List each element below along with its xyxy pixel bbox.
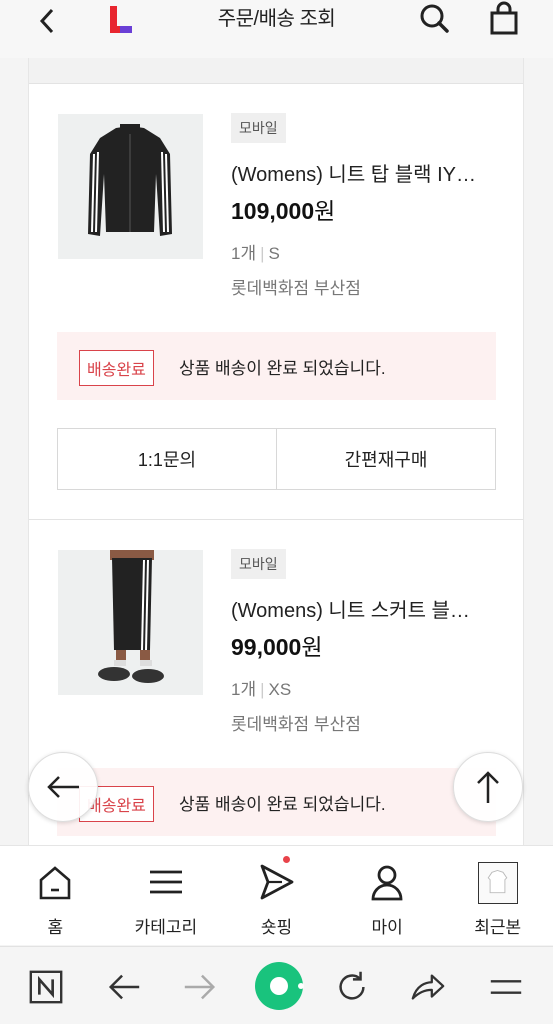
nav-category[interactable]: 카테고리 <box>111 846 222 945</box>
quantity: 1개 <box>231 244 257 263</box>
green-dot-icon[interactable] <box>254 961 304 1011</box>
size: XS <box>268 680 292 699</box>
menu-icon <box>149 870 182 894</box>
nav-shorts[interactable]: 숏핑 <box>221 846 332 945</box>
size: S <box>268 244 280 263</box>
product-options: 1개 | S <box>231 239 280 264</box>
floating-back-button[interactable] <box>28 752 98 822</box>
nav-recent-label: 최근본 <box>474 918 522 937</box>
currency-unit: 원 <box>314 198 336 224</box>
status-message: 상품 배송이 완료 되었습니다. <box>179 359 386 378</box>
nav-my[interactable]: 마이 <box>332 846 443 945</box>
delivery-status-box: 배송완료 상품 배송이 완료 되었습니다. <box>57 768 496 836</box>
status-message: 상품 배송이 완료 되었습니다. <box>179 795 386 814</box>
product-price: 99,000원 <box>231 628 323 662</box>
menu-icon[interactable] <box>484 965 528 1009</box>
nav-home[interactable]: 홈 <box>0 846 111 945</box>
order-actions: 1:1문의 간편재구매 <box>57 428 496 490</box>
person-icon <box>371 865 403 901</box>
option-separator: | <box>260 244 265 263</box>
scroll-to-top-button[interactable] <box>453 752 523 822</box>
price-value: 109,000 <box>231 198 315 224</box>
top-header: 주문/배송 조회 <box>0 0 553 58</box>
product-options: 1개 | XS <box>231 675 291 700</box>
order-item: 모바일 (Womens) 니트 스커트 블… 99,000원 1개 | XS 롯데백… <box>29 520 523 848</box>
recent-thumbnail <box>477 862 518 904</box>
left-arrow-icon <box>47 776 79 798</box>
divider-strip <box>29 58 523 84</box>
product-name[interactable]: (Womens) 니트 스커트 블… <box>231 594 501 623</box>
option-separator: | <box>260 680 265 699</box>
search-icon[interactable] <box>414 0 454 40</box>
status-badge: 배송완료 <box>79 350 154 386</box>
channel-badge: 모바일 <box>231 113 286 143</box>
naver-n-icon[interactable] <box>24 965 68 1009</box>
product-image-knit-top[interactable] <box>58 114 203 259</box>
store-name: 롯데백화점 부산점 <box>231 279 361 298</box>
currency-unit: 원 <box>301 634 323 660</box>
home-icon <box>39 866 71 900</box>
forward-arrow-icon[interactable] <box>178 965 222 1009</box>
product-price: 109,000원 <box>231 192 335 226</box>
quantity: 1개 <box>231 680 257 699</box>
share-icon[interactable] <box>406 965 450 1009</box>
channel-badge: 모바일 <box>231 549 286 579</box>
nav-home-label: 홈 <box>47 918 64 937</box>
store-name: 롯데백화점 부산점 <box>231 715 361 734</box>
delivery-status-box: 배송완료 상품 배송이 완료 되었습니다. <box>57 332 496 400</box>
page-title: 주문/배송 조회 <box>217 8 336 30</box>
refresh-icon[interactable] <box>330 965 374 1009</box>
bottom-navigation: 홈 카테고리 숏핑 마이 최근본 <box>0 845 553 945</box>
nav-category-label: 카테고리 <box>134 918 198 937</box>
order-list: 모바일 (Womens) 니트 탑 블랙 IY… 109,000원 1개 | S 롯… <box>28 58 524 848</box>
browser-toolbar <box>0 946 553 1024</box>
order-item: 모바일 (Womens) 니트 탑 블랙 IY… 109,000원 1개 | S 롯… <box>29 84 523 520</box>
quick-reorder-button[interactable]: 간편재구매 <box>276 429 495 489</box>
product-name[interactable]: (Womens) 니트 탑 블랙 IY… <box>231 158 501 187</box>
price-value: 99,000 <box>231 634 302 660</box>
inquiry-button[interactable]: 1:1문의 <box>58 429 276 489</box>
nav-my-label: 마이 <box>371 918 403 937</box>
play-icon <box>261 864 294 900</box>
product-image-knit-skirt[interactable] <box>58 550 203 695</box>
up-arrow-icon <box>477 771 499 803</box>
nav-recent[interactable]: 최근본 <box>442 846 553 945</box>
nav-shorts-label: 숏핑 <box>260 918 293 937</box>
shopping-bag-icon[interactable] <box>484 0 524 40</box>
back-arrow-icon[interactable] <box>102 965 146 1009</box>
